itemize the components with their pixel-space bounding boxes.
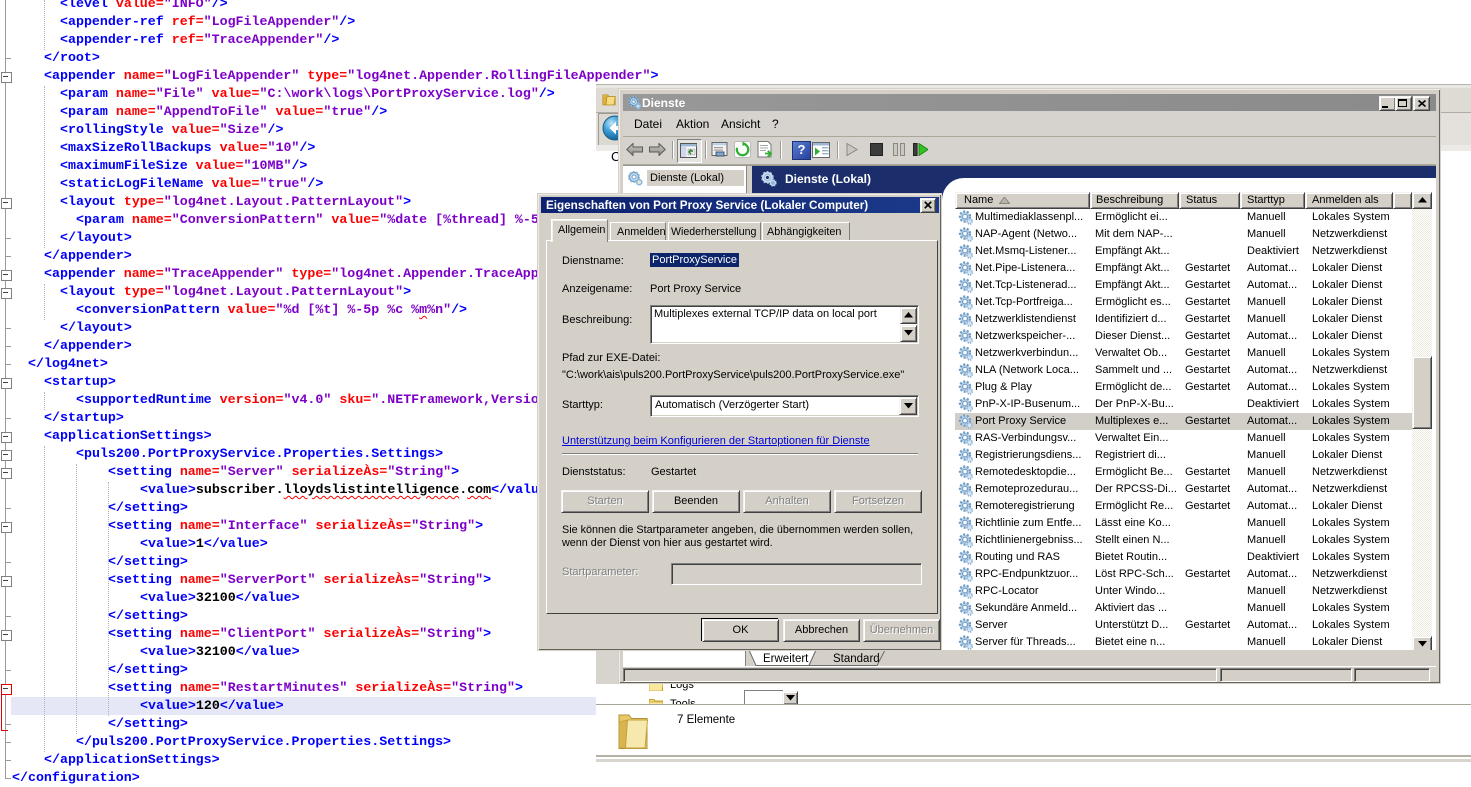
svg-text:Erweitert: Erweitert: [763, 653, 809, 665]
svg-text:Standard: Standard: [833, 653, 880, 665]
